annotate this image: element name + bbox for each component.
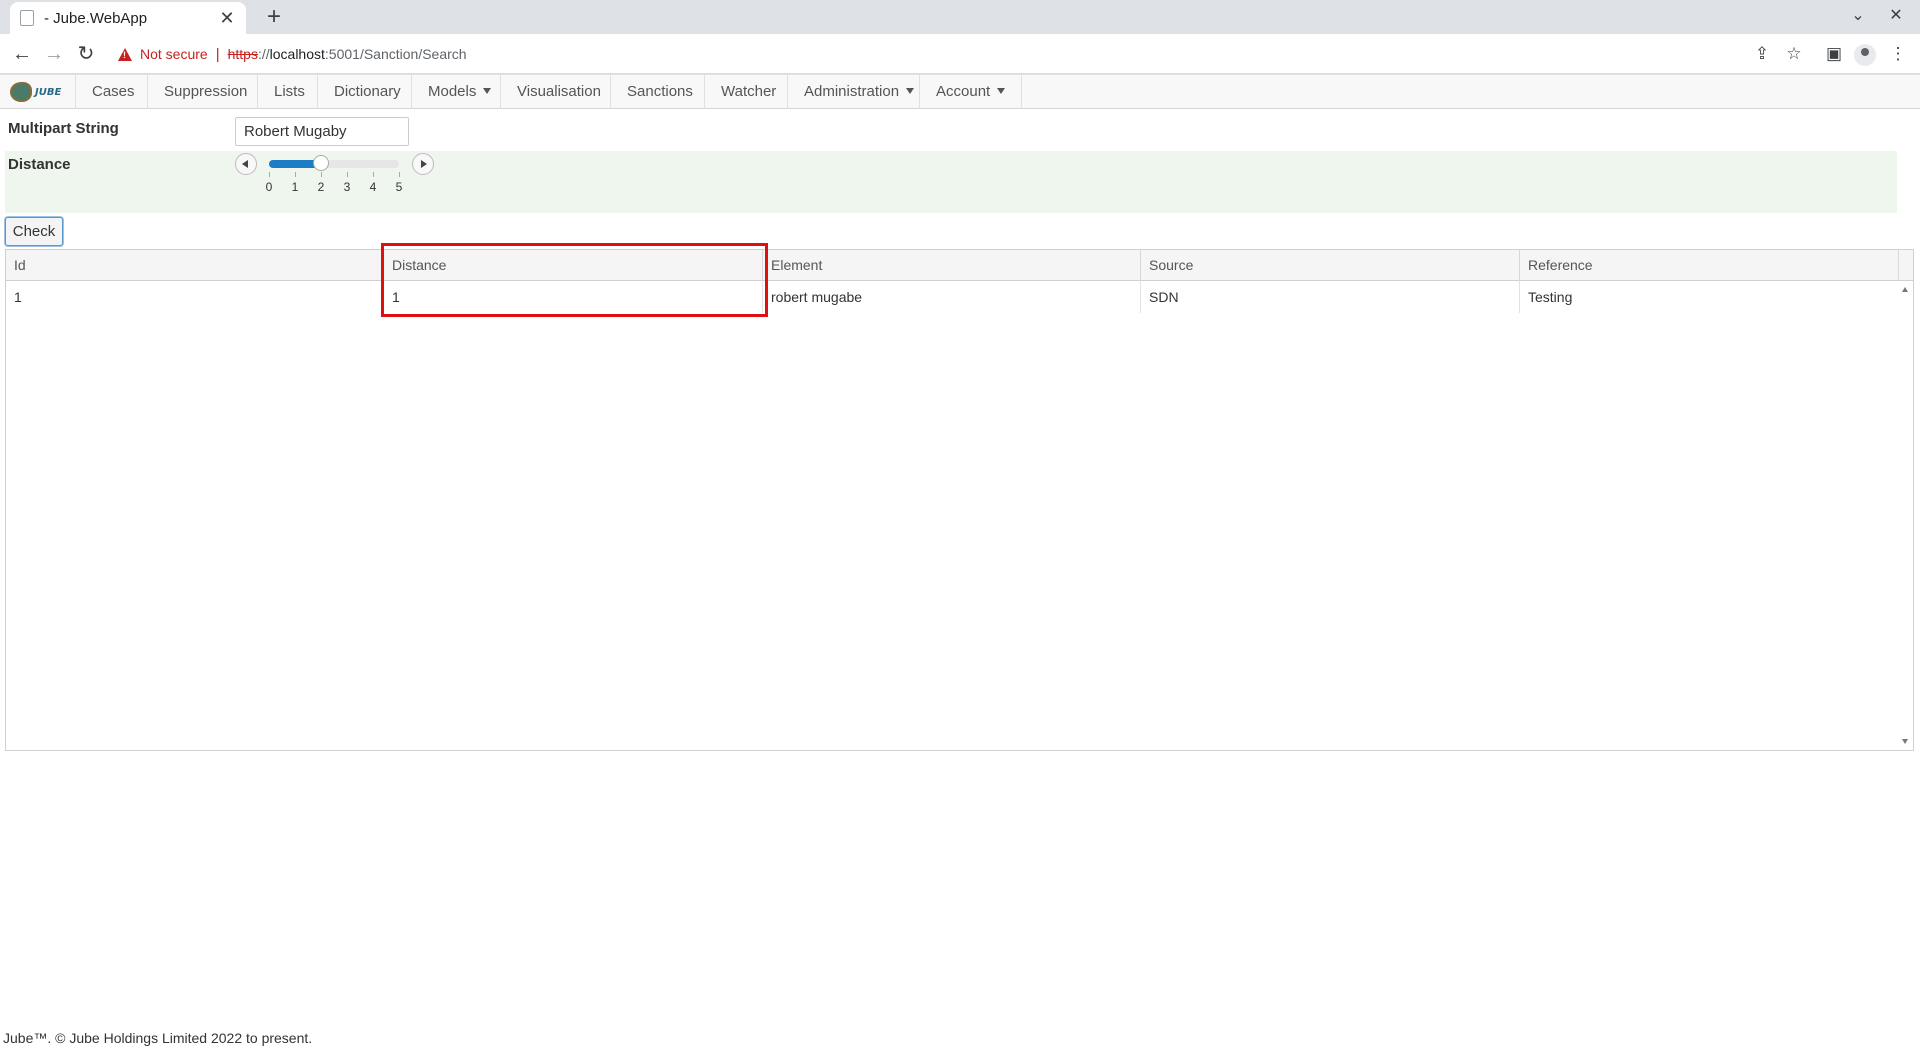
nav-models[interactable]: Models [411, 75, 507, 109]
cell-distance: 1 [384, 281, 763, 313]
nav-administration[interactable]: Administration [787, 75, 930, 109]
column-header-distance[interactable]: Distance [384, 250, 763, 281]
slider-tick-label: 3 [343, 180, 351, 194]
address-bar[interactable]: Not secure | https :// localhost :5001/S… [112, 39, 1762, 69]
slider-tick [321, 172, 322, 177]
separator: | [215, 45, 220, 63]
slider-tick-label: 4 [369, 180, 377, 194]
nav-dictionary[interactable]: Dictionary [317, 75, 417, 109]
results-grid: Id Distance Element Source Reference 1 1… [5, 249, 1914, 751]
check-button[interactable]: Check [5, 217, 63, 246]
tab-title: - Jube.WebApp [44, 9, 148, 27]
page-icon [20, 10, 34, 26]
profile-avatar[interactable] [1854, 44, 1876, 66]
nav-label: Lists [274, 83, 305, 100]
new-tab-button[interactable]: + [260, 3, 288, 31]
browser-tab[interactable]: - Jube.WebApp ✕ [10, 2, 246, 34]
increase-arrow-icon[interactable] [412, 153, 434, 175]
scroll-up-icon[interactable] [1902, 287, 1908, 292]
nav-label: Administration [804, 83, 900, 100]
column-header-source[interactable]: Source [1141, 250, 1520, 281]
cell-element: robert mugabe [763, 281, 1141, 313]
slider-tick [295, 172, 296, 177]
reload-icon[interactable]: ↻ [74, 42, 98, 66]
app-nav: JUBE Cases Suppression Lists Dictionary … [0, 74, 1920, 109]
nav-label: Suppression [164, 83, 248, 100]
nav-label: Watcher [721, 83, 777, 100]
jube-logo[interactable]: JUBE [10, 80, 74, 104]
grid-scrollbar[interactable] [1898, 281, 1913, 750]
url-scheme-separator: :// [257, 46, 270, 62]
grid-header: Id Distance Element Source Reference [6, 250, 1913, 281]
nav-label: Models [428, 83, 477, 100]
slider-tick-label: 0 [265, 180, 273, 194]
nav-visualisation[interactable]: Visualisation [500, 75, 617, 109]
slider-thumb[interactable] [313, 155, 329, 171]
logo-text: JUBE [35, 86, 62, 98]
cell-id: 1 [14, 289, 22, 305]
browser-tabstrip: - Jube.WebApp ✕ + ⌄ ✕ [0, 0, 1920, 34]
close-tab-icon[interactable]: ✕ [218, 8, 236, 29]
url-host: localhost [269, 46, 325, 62]
logo-mark [10, 82, 32, 102]
browser-toolbar: ← → ↻ Not secure | https :// localhost :… [0, 34, 1920, 74]
kebab-menu-icon[interactable]: ⋮ [1886, 42, 1910, 66]
nav-account[interactable]: Account [919, 75, 1023, 109]
dropdown-caret-icon [997, 88, 1006, 94]
decrease-arrow-icon[interactable] [235, 153, 257, 175]
back-icon[interactable]: ← [10, 42, 34, 66]
slider-tick-label: 5 [395, 180, 403, 194]
scroll-down-icon[interactable] [1902, 739, 1908, 744]
url-path: :5001/Sanction/Search [324, 46, 467, 62]
close-window-icon[interactable]: ✕ [1884, 5, 1908, 25]
nav-label: Dictionary [334, 83, 401, 100]
slider-tick-label: 1 [291, 180, 299, 194]
slider-tick [269, 172, 270, 177]
slider-tick [373, 172, 374, 177]
warning-icon [118, 47, 132, 61]
column-header-id[interactable]: Id [6, 250, 384, 281]
nav-sanctions[interactable]: Sanctions [610, 75, 709, 109]
forward-icon[interactable]: → [42, 42, 66, 66]
chevron-down-icon[interactable]: ⌄ [1846, 5, 1870, 25]
column-header-reference[interactable]: Reference [1520, 250, 1899, 281]
footer-copyright: Jube™. © Jube Holdings Limited 2022 to p… [3, 1030, 313, 1046]
distance-label: Distance [8, 156, 71, 173]
nav-label: Cases [92, 83, 135, 100]
nav-lists[interactable]: Lists [257, 75, 321, 109]
nav-label: Account [936, 83, 991, 100]
column-header-element[interactable]: Element [763, 250, 1141, 281]
nav-label: Visualisation [517, 83, 601, 100]
table-row[interactable]: 1 1 robert mugabe SDN Testing [6, 281, 1896, 313]
not-secure-label: Not secure [140, 46, 208, 62]
dropdown-caret-icon [906, 88, 915, 94]
share-icon[interactable]: ⇪ [1750, 42, 1774, 66]
distance-slider[interactable] [269, 160, 399, 168]
multipart-string-label: Multipart String [8, 120, 119, 137]
nav-cases[interactable]: Cases [75, 75, 151, 109]
slider-tick [347, 172, 348, 177]
slider-tick [399, 172, 400, 177]
nav-label: Sanctions [627, 83, 693, 100]
cell-source: SDN [1141, 281, 1520, 313]
multipart-string-input[interactable] [235, 117, 409, 146]
url-scheme: https [227, 46, 258, 62]
nav-suppression[interactable]: Suppression [147, 75, 263, 109]
slider-tick-label: 2 [317, 180, 325, 194]
dropdown-caret-icon [483, 88, 492, 94]
bookmark-star-icon[interactable]: ☆ [1782, 42, 1806, 66]
nav-watcher[interactable]: Watcher [704, 75, 792, 109]
side-panel-icon[interactable]: ▣ [1822, 42, 1846, 66]
cell-reference: Testing [1528, 289, 1573, 305]
